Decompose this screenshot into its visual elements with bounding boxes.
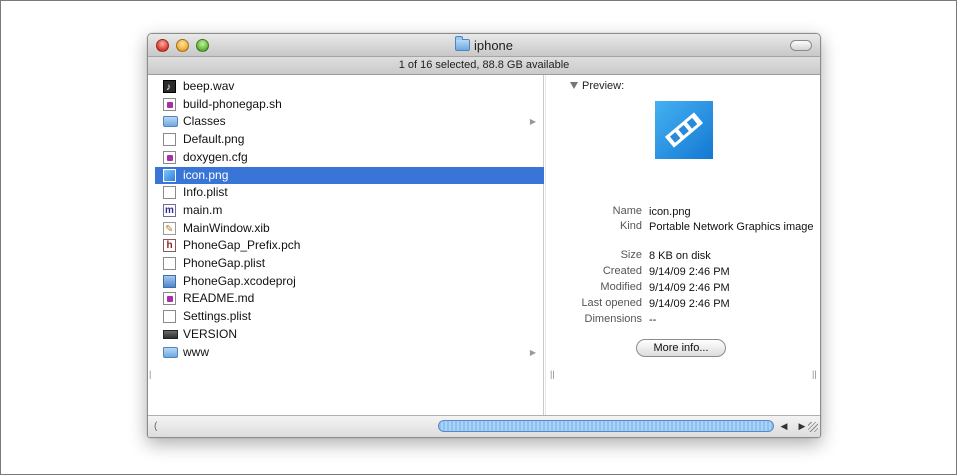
metadata-key: Modified bbox=[600, 281, 642, 293]
file-row[interactable]: m main.m bbox=[155, 202, 544, 219]
scroll-left-arrow-icon[interactable]: ◀ bbox=[776, 419, 792, 433]
file-name: www bbox=[183, 344, 209, 359]
file-list[interactable]: beep.wav build-phonegap.sh Classes ▶ Default… bbox=[148, 75, 544, 415]
disclosure-arrow-icon: ▶ bbox=[529, 347, 536, 357]
metadata-value: -- bbox=[649, 314, 657, 326]
file-row[interactable]: VERSION bbox=[155, 326, 544, 343]
disclosure-triangle-icon[interactable] bbox=[570, 82, 578, 89]
file-row[interactable]: Default.png bbox=[155, 131, 544, 148]
preview-header[interactable]: Preview: bbox=[570, 80, 624, 92]
preview-header-label: Preview: bbox=[582, 80, 625, 92]
disclosure-arrow-icon: ▶ bbox=[529, 117, 536, 127]
metadata-value: icon.png bbox=[649, 206, 691, 218]
toolbar-toggle-button[interactable] bbox=[790, 40, 812, 51]
resize-grip-icon[interactable] bbox=[808, 422, 818, 432]
file-name: README.md bbox=[183, 291, 255, 306]
folder-icon bbox=[163, 116, 178, 128]
finder-window: iphone 1 of 16 selected, 88.8 GB availab… bbox=[147, 33, 821, 438]
file-name: build-phonegap.sh bbox=[183, 96, 282, 111]
file-row[interactable]: h PhoneGap_Prefix.pch bbox=[155, 237, 544, 254]
file-name: Info.plist bbox=[183, 185, 228, 200]
file-row[interactable]: build-phonegap.sh bbox=[155, 96, 544, 113]
file-row[interactable]: Info.plist bbox=[155, 184, 544, 201]
window-title: iphone bbox=[148, 36, 820, 53]
file-name: PhoneGap.plist bbox=[183, 256, 266, 270]
image-file-icon bbox=[163, 168, 176, 182]
column-resize-handle[interactable]: | bbox=[149, 369, 151, 379]
metadata-key: Size bbox=[620, 249, 642, 261]
file-name: beep.wav bbox=[183, 79, 235, 93]
file-row[interactable]: MainWindow.xib bbox=[155, 220, 544, 238]
film-strip-icon bbox=[664, 112, 704, 148]
file-name: PhoneGap_Prefix.pch bbox=[183, 238, 301, 253]
document-icon bbox=[163, 186, 176, 200]
script-file-icon bbox=[163, 292, 176, 306]
metadata-value: 9/14/09 2:46 PM bbox=[649, 266, 730, 278]
metadata-key: Created bbox=[602, 265, 642, 277]
file-row[interactable]: www ▶ bbox=[155, 344, 544, 361]
file-name: icon.png bbox=[183, 167, 229, 182]
preview-pane: Preview: Name icon.png Kind Portable Networ… bbox=[545, 75, 820, 415]
file-name: MainWindow.xib bbox=[183, 220, 270, 235]
horizontal-scrollbar[interactable]: ( ◀ ▶ bbox=[148, 415, 820, 437]
header-h-file-icon: h bbox=[163, 239, 176, 253]
metadata-key: Dimensions bbox=[584, 313, 642, 325]
metadata-value: 9/14/09 2:46 PM bbox=[649, 282, 730, 294]
file-row[interactable]: Settings.plist bbox=[155, 308, 544, 325]
metadata-key: Name bbox=[612, 205, 642, 217]
document-icon bbox=[163, 257, 176, 270]
folder-icon bbox=[454, 36, 470, 51]
file-row[interactable]: beep.wav bbox=[155, 78, 544, 96]
script-file-icon bbox=[163, 97, 176, 111]
generic-file-icon bbox=[163, 329, 178, 339]
title-bar[interactable]: iphone bbox=[148, 34, 820, 57]
page-frame: iphone 1 of 16 selected, 88.8 GB availab… bbox=[0, 0, 957, 475]
file-row[interactable]: README.md bbox=[155, 290, 544, 307]
file-row[interactable]: PhoneGap.plist bbox=[155, 255, 544, 272]
xcodeproj-icon bbox=[163, 274, 176, 288]
audio-file-icon bbox=[163, 79, 176, 96]
column-resize-handle[interactable]: || bbox=[550, 369, 555, 379]
file-row[interactable]: Classes ▶ bbox=[155, 113, 544, 130]
folder-icon bbox=[163, 346, 178, 358]
document-icon bbox=[163, 133, 176, 147]
metadata-value: Portable Network Graphics image bbox=[649, 221, 814, 233]
metadata-value: 8 KB on disk bbox=[649, 250, 711, 262]
file-row[interactable]: PhoneGap.xcodeproj bbox=[155, 273, 544, 290]
preview-thumbnail bbox=[655, 101, 713, 159]
metadata-key: Kind bbox=[619, 220, 642, 232]
scroll-track-cap: ( bbox=[154, 421, 158, 432]
file-name: Default.png bbox=[183, 132, 245, 147]
file-name: Settings.plist bbox=[183, 309, 252, 324]
file-name: PhoneGap.xcodeproj bbox=[183, 273, 296, 288]
column-resize-handle[interactable]: || bbox=[812, 369, 817, 379]
scrollbar-thumb[interactable] bbox=[438, 420, 774, 432]
file-name: VERSION bbox=[183, 326, 238, 341]
more-info-button[interactable]: More info... bbox=[636, 339, 726, 357]
objc-m-file-icon: m bbox=[163, 203, 176, 217]
metadata-key: Last opened bbox=[581, 297, 642, 309]
file-row[interactable]: icon.png bbox=[155, 166, 544, 184]
file-row[interactable]: doxygen.cfg bbox=[155, 149, 544, 166]
file-name: Classes bbox=[183, 114, 226, 129]
xib-file-icon bbox=[163, 221, 176, 238]
metadata-value: 9/14/09 2:46 PM bbox=[649, 298, 730, 310]
document-icon bbox=[163, 310, 176, 324]
script-file-icon bbox=[163, 150, 176, 164]
status-bar: 1 of 16 selected, 88.8 GB available bbox=[148, 57, 820, 75]
window-title-text: iphone bbox=[473, 38, 514, 53]
file-name: doxygen.cfg bbox=[183, 149, 248, 164]
file-name: main.m bbox=[183, 202, 223, 217]
